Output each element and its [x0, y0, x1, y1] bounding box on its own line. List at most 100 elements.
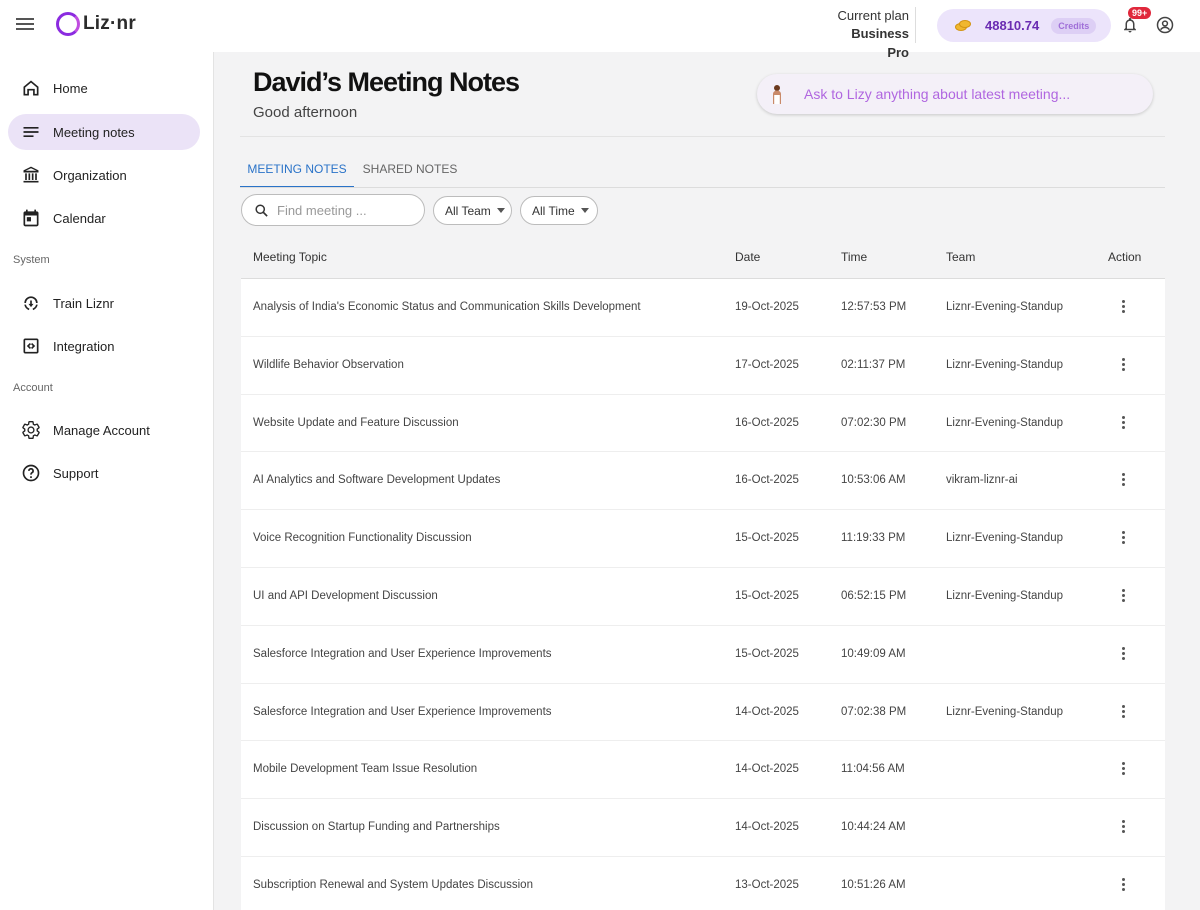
meeting-time: 10:49:09 AM	[841, 647, 906, 660]
meeting-topic[interactable]: Subscription Renewal and System Updates …	[253, 879, 533, 891]
meeting-team: Liznr-Evening-Standup	[946, 416, 1063, 429]
menu-icon[interactable]	[16, 16, 34, 34]
sidebar-item-calendar[interactable]: Calendar	[8, 200, 200, 236]
meeting-date: 14-Oct-2025	[735, 763, 799, 776]
table-row[interactable]: AI Analytics and Software Development Up…	[241, 452, 1165, 511]
table-row[interactable]: Discussion on Startup Funding and Partne…	[241, 799, 1165, 857]
tabs-divider	[240, 187, 1165, 188]
search-input[interactable]: Find meeting ...	[241, 194, 425, 226]
sidebar-item-label: Meeting notes	[53, 124, 135, 140]
meeting-topic[interactable]: Analysis of India's Economic Status and …	[253, 301, 641, 313]
table-row[interactable]: Subscription Renewal and System Updates …	[241, 856, 1165, 910]
table-row[interactable]: Website Update and Feature Discussion 16…	[241, 394, 1165, 453]
team-filter-dropdown[interactable]: All Team	[433, 196, 512, 225]
meeting-topic[interactable]: Wildlife Behavior Observation	[253, 359, 404, 371]
current-plan: Current plan Business Pro	[828, 7, 916, 60]
main-content: David’s Meeting Notes Good afternoon Ask…	[215, 52, 1200, 910]
meeting-time: 10:44:24 AM	[841, 821, 906, 834]
app-logo[interactable]: Liz·nr	[56, 12, 136, 36]
more-vert-icon[interactable]	[1117, 298, 1129, 318]
meeting-team: Liznr-Evening-Standup	[946, 589, 1063, 602]
more-vert-icon[interactable]	[1117, 703, 1129, 723]
section-label-account: Account	[13, 382, 53, 394]
sidebar-item-integration[interactable]: Integration	[8, 328, 200, 364]
more-vert-icon[interactable]	[1117, 529, 1129, 549]
meeting-team: vikram-liznr-ai	[946, 474, 1018, 487]
train-icon	[24, 296, 38, 311]
column-header-topic: Meeting Topic	[253, 250, 327, 264]
meeting-team: Liznr-Evening-Standup	[946, 301, 1063, 313]
meeting-date: 16-Oct-2025	[735, 474, 799, 487]
meeting-time: 07:02:38 PM	[841, 705, 907, 718]
sidebar-item-support[interactable]: Support	[8, 455, 200, 491]
meeting-topic[interactable]: Discussion on Startup Funding and Partne…	[253, 821, 500, 833]
meeting-time: 11:19:33 PM	[841, 532, 906, 545]
sidebar-item-meeting-notes[interactable]: Meeting notes	[8, 114, 200, 150]
sidebar-item-manage-account[interactable]: Manage Account	[8, 412, 200, 448]
column-header-time: Time	[841, 250, 868, 264]
more-vert-icon[interactable]	[1117, 760, 1129, 780]
table-row[interactable]: Wildlife Behavior Observation 17-Oct-202…	[241, 336, 1165, 395]
table-row[interactable]: UI and API Development Discussion 15-Oct…	[241, 567, 1165, 626]
credits-label: Credits	[1051, 17, 1097, 34]
column-header-date: Date	[735, 250, 761, 264]
sidebar-item-home[interactable]: Home	[8, 70, 200, 106]
more-vert-icon[interactable]	[1117, 356, 1129, 376]
meeting-time: 12:57:53 PM	[841, 301, 907, 313]
greeting-text: Good afternoon	[253, 104, 358, 121]
table-row[interactable]: Voice Recognition Functionality Discussi…	[241, 510, 1165, 568]
meeting-time: 11:04:56 AM	[841, 763, 905, 776]
meeting-date: 15-Oct-2025	[735, 589, 799, 602]
help-icon	[22, 464, 40, 482]
meeting-date: 14-Oct-2025	[735, 705, 799, 718]
sidebar-item-train-liznr[interactable]: Train Liznr	[8, 285, 200, 321]
ask-lizy-placeholder: Ask to Lizy anything about latest meetin…	[804, 86, 1071, 102]
credits-badge[interactable]: 48810.74 Credits	[937, 9, 1111, 42]
sidebar-item-organization[interactable]: Organization	[8, 157, 200, 193]
time-filter-dropdown[interactable]: All Time	[520, 196, 598, 225]
meeting-date: 14-Oct-2025	[735, 821, 799, 834]
integration-icon	[23, 338, 39, 354]
meeting-team: Liznr-Evening-Standup	[946, 358, 1063, 371]
more-vert-icon[interactable]	[1117, 471, 1129, 491]
meeting-topic[interactable]: UI and API Development Discussion	[253, 590, 438, 602]
home-icon	[23, 80, 39, 96]
table-row[interactable]: Salesforce Integration and User Experien…	[241, 683, 1165, 742]
meeting-time: 10:53:06 AM	[841, 474, 906, 487]
column-header-action: Action	[1108, 250, 1142, 264]
table-row[interactable]: Salesforce Integration and User Experien…	[241, 625, 1165, 684]
user-account-icon[interactable]	[1156, 16, 1174, 34]
page-title: David’s Meeting Notes	[253, 67, 520, 97]
ask-lizy-input[interactable]: Ask to Lizy anything about latest meetin…	[757, 74, 1153, 114]
sidebar-item-label: Manage Account	[53, 422, 150, 438]
more-vert-icon[interactable]	[1117, 645, 1129, 665]
table-row[interactable]: Analysis of India's Economic Status and …	[241, 279, 1165, 337]
chevron-down-icon	[580, 208, 589, 213]
more-vert-icon[interactable]	[1117, 414, 1129, 434]
more-vert-icon[interactable]	[1117, 876, 1129, 896]
calendar-icon	[23, 209, 39, 227]
header-divider	[240, 136, 1165, 137]
meeting-topic[interactable]: Website Update and Feature Discussion	[253, 417, 459, 429]
meeting-topic[interactable]: Salesforce Integration and User Experien…	[253, 648, 552, 660]
logo-text: Liz·nr	[83, 13, 136, 34]
sidebar-item-label: Integration	[53, 338, 115, 354]
meeting-date: 15-Oct-2025	[735, 647, 799, 660]
meeting-date: 17-Oct-2025	[735, 358, 799, 371]
meeting-topic[interactable]: AI Analytics and Software Development Up…	[253, 474, 500, 486]
tab-shared-notes[interactable]: SHARED NOTES	[354, 153, 466, 188]
table-row[interactable]: Mobile Development Team Issue Resolution…	[241, 741, 1165, 800]
top-bar: Liz·nr Current plan Business Pro 48810.7…	[0, 0, 1200, 60]
assistant-avatar-icon	[773, 85, 781, 104]
more-vert-icon[interactable]	[1117, 818, 1129, 838]
gear-icon	[22, 421, 40, 440]
meeting-topic[interactable]: Voice Recognition Functionality Discussi…	[253, 532, 472, 544]
more-vert-icon[interactable]	[1117, 587, 1129, 607]
meeting-topic[interactable]: Salesforce Integration and User Experien…	[253, 706, 552, 718]
search-placeholder: Find meeting ...	[277, 202, 367, 218]
tab-meeting-notes[interactable]: MEETING NOTES	[240, 153, 354, 188]
meeting-topic[interactable]: Mobile Development Team Issue Resolution	[253, 763, 477, 775]
meeting-time: 10:51:26 AM	[841, 878, 906, 891]
meeting-time: 02:11:37 PM	[841, 358, 906, 371]
meeting-time: 06:52:15 PM	[841, 589, 907, 602]
